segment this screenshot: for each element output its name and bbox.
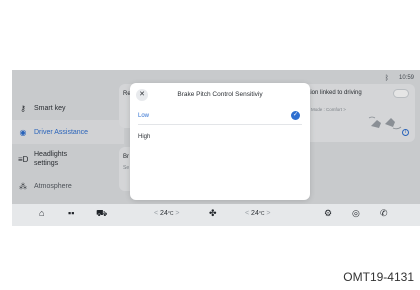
right-temp-unit: °C xyxy=(258,211,265,217)
car-icon[interactable]: ⛟ xyxy=(96,208,107,220)
left-temperature[interactable]: < 24°C > xyxy=(154,210,180,217)
checkmark-icon: ✓ xyxy=(291,111,300,120)
phone-icon[interactable]: ✆ xyxy=(380,208,388,219)
bottom-dock: ⌂ ▪▪ ⛟ < 24°C > ✤ < 24°C > ⚙ ◎ ✆ xyxy=(12,204,420,226)
settings-icon[interactable]: ⚙ xyxy=(324,208,332,219)
option-label: High xyxy=(138,134,151,140)
left-temp-unit: °C xyxy=(167,211,174,217)
apps-icon[interactable]: ▪▪ xyxy=(68,208,74,218)
temp-increase-left[interactable]: > xyxy=(175,210,179,217)
right-temp-value: 24 xyxy=(251,210,259,217)
dialog-title: Brake Pitch Control Sensitiviy xyxy=(177,91,263,98)
figure-caption: OMT19-4131 xyxy=(343,270,414,284)
option-high[interactable]: High xyxy=(138,128,302,146)
right-temperature[interactable]: < 24°C > xyxy=(245,210,271,217)
fan-icon[interactable]: ✤ xyxy=(209,208,217,219)
temp-decrease-left[interactable]: < xyxy=(154,210,158,217)
option-low[interactable]: Low ✓ xyxy=(138,107,302,125)
infotainment-screen: ᛒ 10:59 ⚷ Smart key ◉ Driver Assistance … xyxy=(12,70,420,226)
home-icon[interactable]: ⌂ xyxy=(39,208,44,218)
temp-decrease-right[interactable]: < xyxy=(245,210,249,217)
left-temp-value: 24 xyxy=(160,210,168,217)
temp-increase-right[interactable]: > xyxy=(266,210,270,217)
option-label: Low xyxy=(138,112,150,119)
sensitivity-dialog: ✕ Brake Pitch Control Sensitiviy Low ✓ H… xyxy=(130,83,310,200)
media-icon[interactable]: ◎ xyxy=(352,208,360,219)
